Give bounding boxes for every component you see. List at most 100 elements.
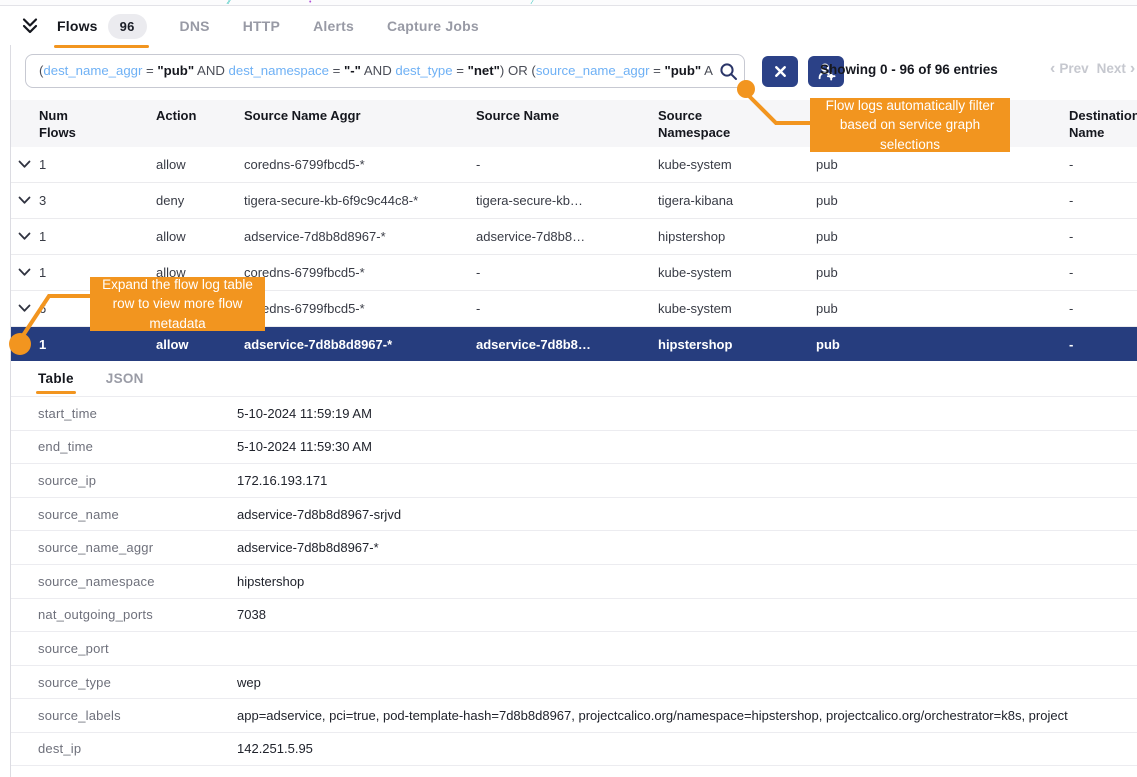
col-source-namespace[interactable]: Source Namespace xyxy=(658,108,816,142)
detail-value: app=adservice, pci=true, pod-template-ha… xyxy=(237,708,1137,723)
close-icon xyxy=(773,64,788,79)
cell-dest-name-aggr: pub xyxy=(816,193,1069,208)
query-token: = xyxy=(329,63,344,78)
cell-destination-name: - xyxy=(1069,337,1137,352)
detail-key: source_ip xyxy=(38,473,237,488)
cell-source-namespace: kube-system xyxy=(658,301,816,316)
col-destination-name[interactable]: Destination Name xyxy=(1069,108,1137,142)
callout-expand-tooltip: Expand the flow log table row to view mo… xyxy=(90,277,265,331)
decorative-mark: • xyxy=(309,0,311,6)
query-token: dest_type xyxy=(395,63,452,78)
cell-source-namespace: kube-system xyxy=(658,265,816,280)
cell-source-name-aggr: coredns-6799fbcd5-* xyxy=(244,265,476,280)
chevron-right-icon: › xyxy=(1130,62,1135,76)
col-num-flows[interactable]: Num Flows xyxy=(39,108,156,142)
query-token: dest_name_aggr xyxy=(43,63,142,78)
cell-dest-name-aggr: pub xyxy=(816,337,1069,352)
detail-key: source_type xyxy=(38,675,237,690)
cell-source-name-aggr: adservice-7d8b8d8967-* xyxy=(244,229,476,244)
prev-page-button[interactable]: ‹Prev xyxy=(1050,61,1089,76)
cell-source-name: tigera-secure-kb… xyxy=(476,193,658,208)
decorative-mark: ⁄ xyxy=(532,0,533,6)
detail-row: source_name adservice-7d8b8d8967-srjvd xyxy=(11,497,1137,531)
detail-tab-table[interactable]: Table xyxy=(38,371,74,386)
flow-detail-panel: Table JSON start_time 5-10-2024 11:59:19… xyxy=(11,361,1137,777)
cell-action: allow xyxy=(156,157,244,172)
detail-row: dest_ip 142.251.5.95 xyxy=(11,732,1137,766)
query-token: "net" xyxy=(468,63,500,78)
cell-source-name: - xyxy=(476,301,658,316)
expand-chevron-down-icon[interactable] xyxy=(18,304,31,313)
detail-key: dest_ip xyxy=(38,741,237,756)
clear-filter-button[interactable] xyxy=(762,56,798,87)
cell-source-name-aggr: coredns-6799fbcd5-* xyxy=(244,301,476,316)
detail-key: end_time xyxy=(38,439,237,454)
detail-row: source_name_aggr adservice-7d8b8d8967-* xyxy=(11,530,1137,564)
detail-value: 142.251.5.95 xyxy=(237,741,1137,756)
chevron-left-icon: ‹ xyxy=(1050,62,1055,76)
detail-key: source_name xyxy=(38,507,237,522)
detail-kv-list: start_time 5-10-2024 11:59:19 AM end_tim… xyxy=(11,396,1137,766)
cell-destination-name: - xyxy=(1069,265,1137,280)
query-token: AND xyxy=(194,63,228,78)
detail-key: source_labels xyxy=(38,708,237,723)
expand-chevron-down-icon[interactable] xyxy=(18,196,31,205)
col-source-name-aggr[interactable]: Source Name Aggr xyxy=(244,108,476,125)
cell-dest-name-aggr: pub xyxy=(816,265,1069,280)
cell-destination-name: - xyxy=(1069,157,1137,172)
detail-value: adservice-7d8b8d8967-srjvd xyxy=(237,507,1137,522)
cell-action: deny xyxy=(156,193,244,208)
tab-flows[interactable]: Flows 96 xyxy=(57,14,147,39)
query-token: "-" xyxy=(344,63,361,78)
cell-num-flows: 1 xyxy=(39,229,156,244)
detail-row: end_time 5-10-2024 11:59:30 AM xyxy=(11,430,1137,464)
cell-destination-name: - xyxy=(1069,193,1137,208)
tab-dns[interactable]: DNS xyxy=(180,18,210,34)
tab-alerts[interactable]: Alerts xyxy=(313,18,354,34)
detail-row: start_time 5-10-2024 11:59:19 AM xyxy=(11,396,1137,430)
cell-dest-name-aggr: pub xyxy=(816,157,1069,172)
detail-value: 7038 xyxy=(237,607,1137,622)
expand-chevron-down-icon[interactable] xyxy=(18,160,31,169)
cell-num-flows: 1 xyxy=(39,157,156,172)
table-row[interactable]: 1 allow adservice-7d8b8d8967-* adservice… xyxy=(11,219,1137,255)
detail-row: source_port xyxy=(11,631,1137,665)
cell-action: allow xyxy=(156,337,244,352)
collapse-double-chevron-icon[interactable] xyxy=(20,16,40,36)
cell-source-namespace: tigera-kibana xyxy=(658,193,816,208)
detail-value: 5-10-2024 11:59:19 AM xyxy=(237,406,1137,421)
tab-flows-label: Flows xyxy=(57,18,98,34)
search-icon[interactable] xyxy=(713,56,743,86)
cell-num-flows: 1 xyxy=(39,337,156,352)
cell-source-name: - xyxy=(476,157,658,172)
next-page-button[interactable]: Next› xyxy=(1097,61,1136,76)
callout-filter-tooltip: Flow logs automatically filter based on … xyxy=(810,98,1010,152)
expand-chevron-down-icon[interactable] xyxy=(18,268,31,277)
detail-row: source_type wep xyxy=(11,665,1137,699)
page-above-sliver: ⁄⁄ • ⁄ xyxy=(0,0,1137,6)
col-source-name[interactable]: Source Name xyxy=(476,108,658,125)
cell-destination-name: - xyxy=(1069,301,1137,316)
col-action[interactable]: Action xyxy=(156,108,244,125)
detail-key: source_namespace xyxy=(38,574,237,589)
tab-http[interactable]: HTTP xyxy=(243,18,280,34)
detail-key: start_time xyxy=(38,406,237,421)
flow-query-input[interactable]: (dest_name_aggr = "pub" AND dest_namespa… xyxy=(25,54,745,88)
cell-action: allow xyxy=(156,229,244,244)
tab-capture-jobs[interactable]: Capture Jobs xyxy=(387,18,479,34)
query-token: OR xyxy=(504,63,531,78)
query-token: = xyxy=(142,63,157,78)
cell-source-namespace: hipstershop xyxy=(658,229,816,244)
detail-row: source_ip 172.16.193.171 xyxy=(11,463,1137,497)
query-token: "pub" xyxy=(157,63,194,78)
cell-source-namespace: hipstershop xyxy=(658,337,816,352)
query-token: dest_namespace xyxy=(229,63,329,78)
table-row[interactable]: 3 deny tigera-secure-kb-6f9c9c44c8-* tig… xyxy=(11,183,1137,219)
detail-row: source_namespace hipstershop xyxy=(11,564,1137,598)
expand-chevron-down-icon[interactable] xyxy=(18,232,31,241)
pagination: ‹Prev Next› xyxy=(1050,61,1135,76)
cell-source-name: - xyxy=(476,265,658,280)
detail-tab-json[interactable]: JSON xyxy=(106,371,144,386)
detail-row: nat_outgoing_ports 7038 xyxy=(11,598,1137,632)
cell-dest-name-aggr: pub xyxy=(816,301,1069,316)
